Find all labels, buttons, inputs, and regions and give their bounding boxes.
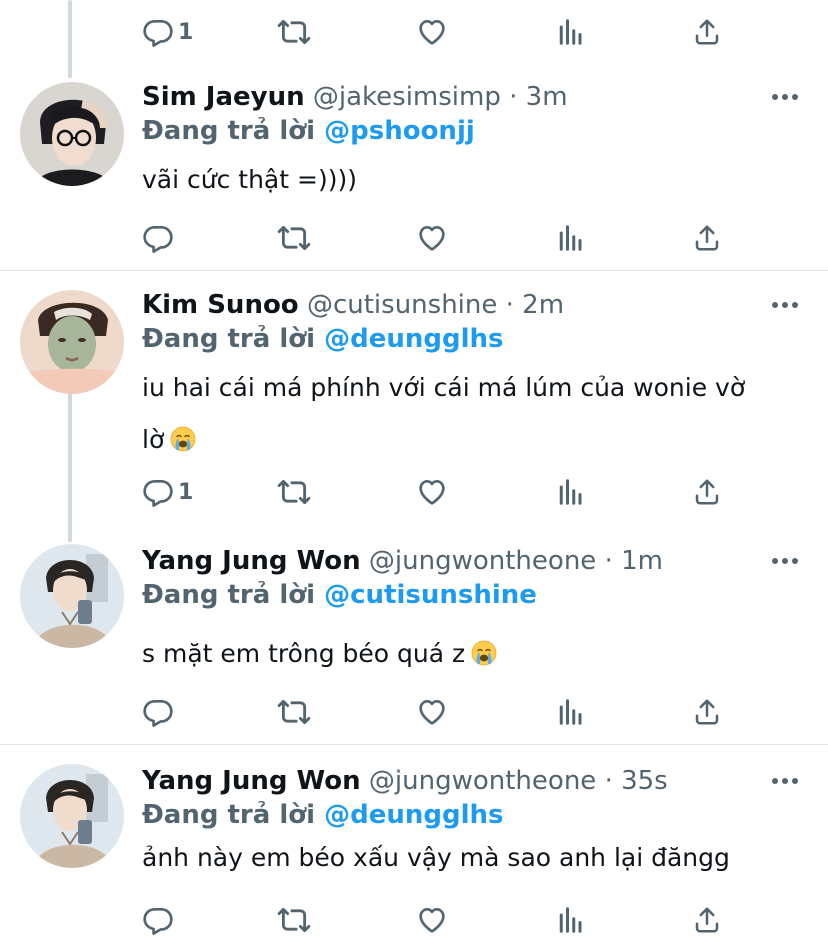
more-options-icon[interactable] (772, 302, 798, 308)
share-button[interactable] (692, 898, 722, 942)
more-options-icon[interactable] (772, 778, 798, 784)
tweet-header: Sim Jaeyun @jakesimsimp · 3m (142, 80, 568, 114)
replying-to: Đang trả lời @cutisunshine (142, 578, 537, 612)
reply-button[interactable]: 1 (142, 10, 193, 54)
tweet-text: vãi cức thật =)))) (142, 154, 802, 206)
crying-face-emoji-icon (170, 426, 196, 452)
separator: · (509, 82, 518, 112)
retweet-button[interactable] (277, 898, 311, 942)
tweet-text-line: lờ (142, 414, 802, 466)
separator: · (604, 546, 613, 576)
stats-button[interactable] (555, 898, 585, 942)
tweet-text: iu hai cái má phính với cái má lúm của w… (142, 362, 802, 466)
timestamp[interactable]: 2m (522, 290, 564, 320)
replying-to-label: Đang trả lời (142, 324, 316, 354)
avatar[interactable] (20, 290, 124, 394)
share-button[interactable] (692, 10, 722, 54)
share-button[interactable] (692, 216, 722, 260)
like-button[interactable] (416, 216, 448, 260)
retweet-button[interactable] (277, 690, 311, 734)
share-button[interactable] (692, 690, 722, 734)
display-name[interactable]: Yang Jung Won (142, 546, 361, 576)
replying-to-label: Đang trả lời (142, 116, 316, 146)
stats-button[interactable] (555, 470, 585, 514)
timestamp[interactable]: 35s (621, 766, 668, 796)
user-handle[interactable]: @jakesimsimp (313, 82, 501, 112)
thread-line (68, 392, 72, 542)
stats-button[interactable] (555, 10, 585, 54)
avatar[interactable] (20, 764, 124, 868)
retweet-button[interactable] (277, 216, 311, 260)
timestamp[interactable]: 3m (526, 82, 568, 112)
tweet-header: Kim Sunoo @cutisunshine · 2m (142, 288, 564, 322)
replying-to-label: Đang trả lời (142, 800, 316, 830)
replying-to-label: Đang trả lời (142, 580, 316, 610)
divider (0, 744, 828, 745)
retweet-button[interactable] (277, 10, 311, 54)
like-button[interactable] (416, 690, 448, 734)
stats-button[interactable] (555, 216, 585, 260)
action-row (0, 898, 828, 942)
user-handle[interactable]: @jungwontheone (369, 766, 596, 796)
avatar[interactable] (20, 82, 124, 186)
tweet-text-content: s mặt em trông béo quá z (142, 639, 466, 668)
reply-count: 1 (178, 19, 194, 45)
action-row: 1 (0, 10, 828, 54)
tweet-text: ảnh này em béo xấu vậy mà sao anh lại đă… (142, 832, 802, 884)
tweet-text-line: iu hai cái má phính với cái má lúm của w… (142, 373, 746, 402)
tweet-text: s mặt em trông béo quá z (142, 628, 802, 680)
more-options-icon[interactable] (772, 94, 798, 100)
separator: · (505, 290, 514, 320)
action-row (0, 690, 828, 734)
replying-to-handle[interactable]: @deungglhs (324, 800, 503, 830)
divider (0, 270, 828, 271)
replying-to-handle[interactable]: @cutisunshine (324, 580, 537, 610)
tweet-text-content: vãi cức thật =)))) (142, 165, 357, 194)
display-name[interactable]: Sim Jaeyun (142, 82, 305, 112)
user-handle[interactable]: @jungwontheone (369, 546, 596, 576)
crying-face-emoji-icon (471, 640, 497, 666)
action-row: 1 (0, 470, 828, 514)
separator: · (604, 766, 613, 796)
more-options-icon[interactable] (772, 558, 798, 564)
tweet-text-line-end: lờ (142, 425, 165, 454)
like-button[interactable] (416, 898, 448, 942)
action-row (0, 216, 828, 260)
reply-button[interactable]: 1 (142, 470, 193, 514)
tweet-header: Yang Jung Won @jungwontheone · 1m (142, 544, 663, 578)
reply-button[interactable] (142, 690, 178, 734)
like-button[interactable] (416, 10, 448, 54)
display-name[interactable]: Kim Sunoo (142, 290, 299, 320)
replying-to-handle[interactable]: @pshoonjj (324, 116, 475, 146)
timestamp[interactable]: 1m (621, 546, 663, 576)
avatar[interactable] (20, 544, 124, 648)
tweet-header: Yang Jung Won @jungwontheone · 35s (142, 764, 668, 798)
like-button[interactable] (416, 470, 448, 514)
reply-button[interactable] (142, 898, 178, 942)
display-name[interactable]: Yang Jung Won (142, 766, 361, 796)
replying-to: Đang trả lời @pshoonjj (142, 114, 475, 148)
replying-to: Đang trả lời @deungglhs (142, 798, 504, 832)
tweet-text-content: ảnh này em béo xấu vậy mà sao anh lại đă… (142, 843, 730, 872)
replying-to: Đang trả lời @deungglhs (142, 322, 504, 356)
retweet-button[interactable] (277, 470, 311, 514)
user-handle[interactable]: @cutisunshine (307, 290, 497, 320)
stats-button[interactable] (555, 690, 585, 734)
reply-button[interactable] (142, 216, 178, 260)
share-button[interactable] (692, 470, 722, 514)
replying-to-handle[interactable]: @deungglhs (324, 324, 503, 354)
reply-count: 1 (178, 479, 194, 505)
